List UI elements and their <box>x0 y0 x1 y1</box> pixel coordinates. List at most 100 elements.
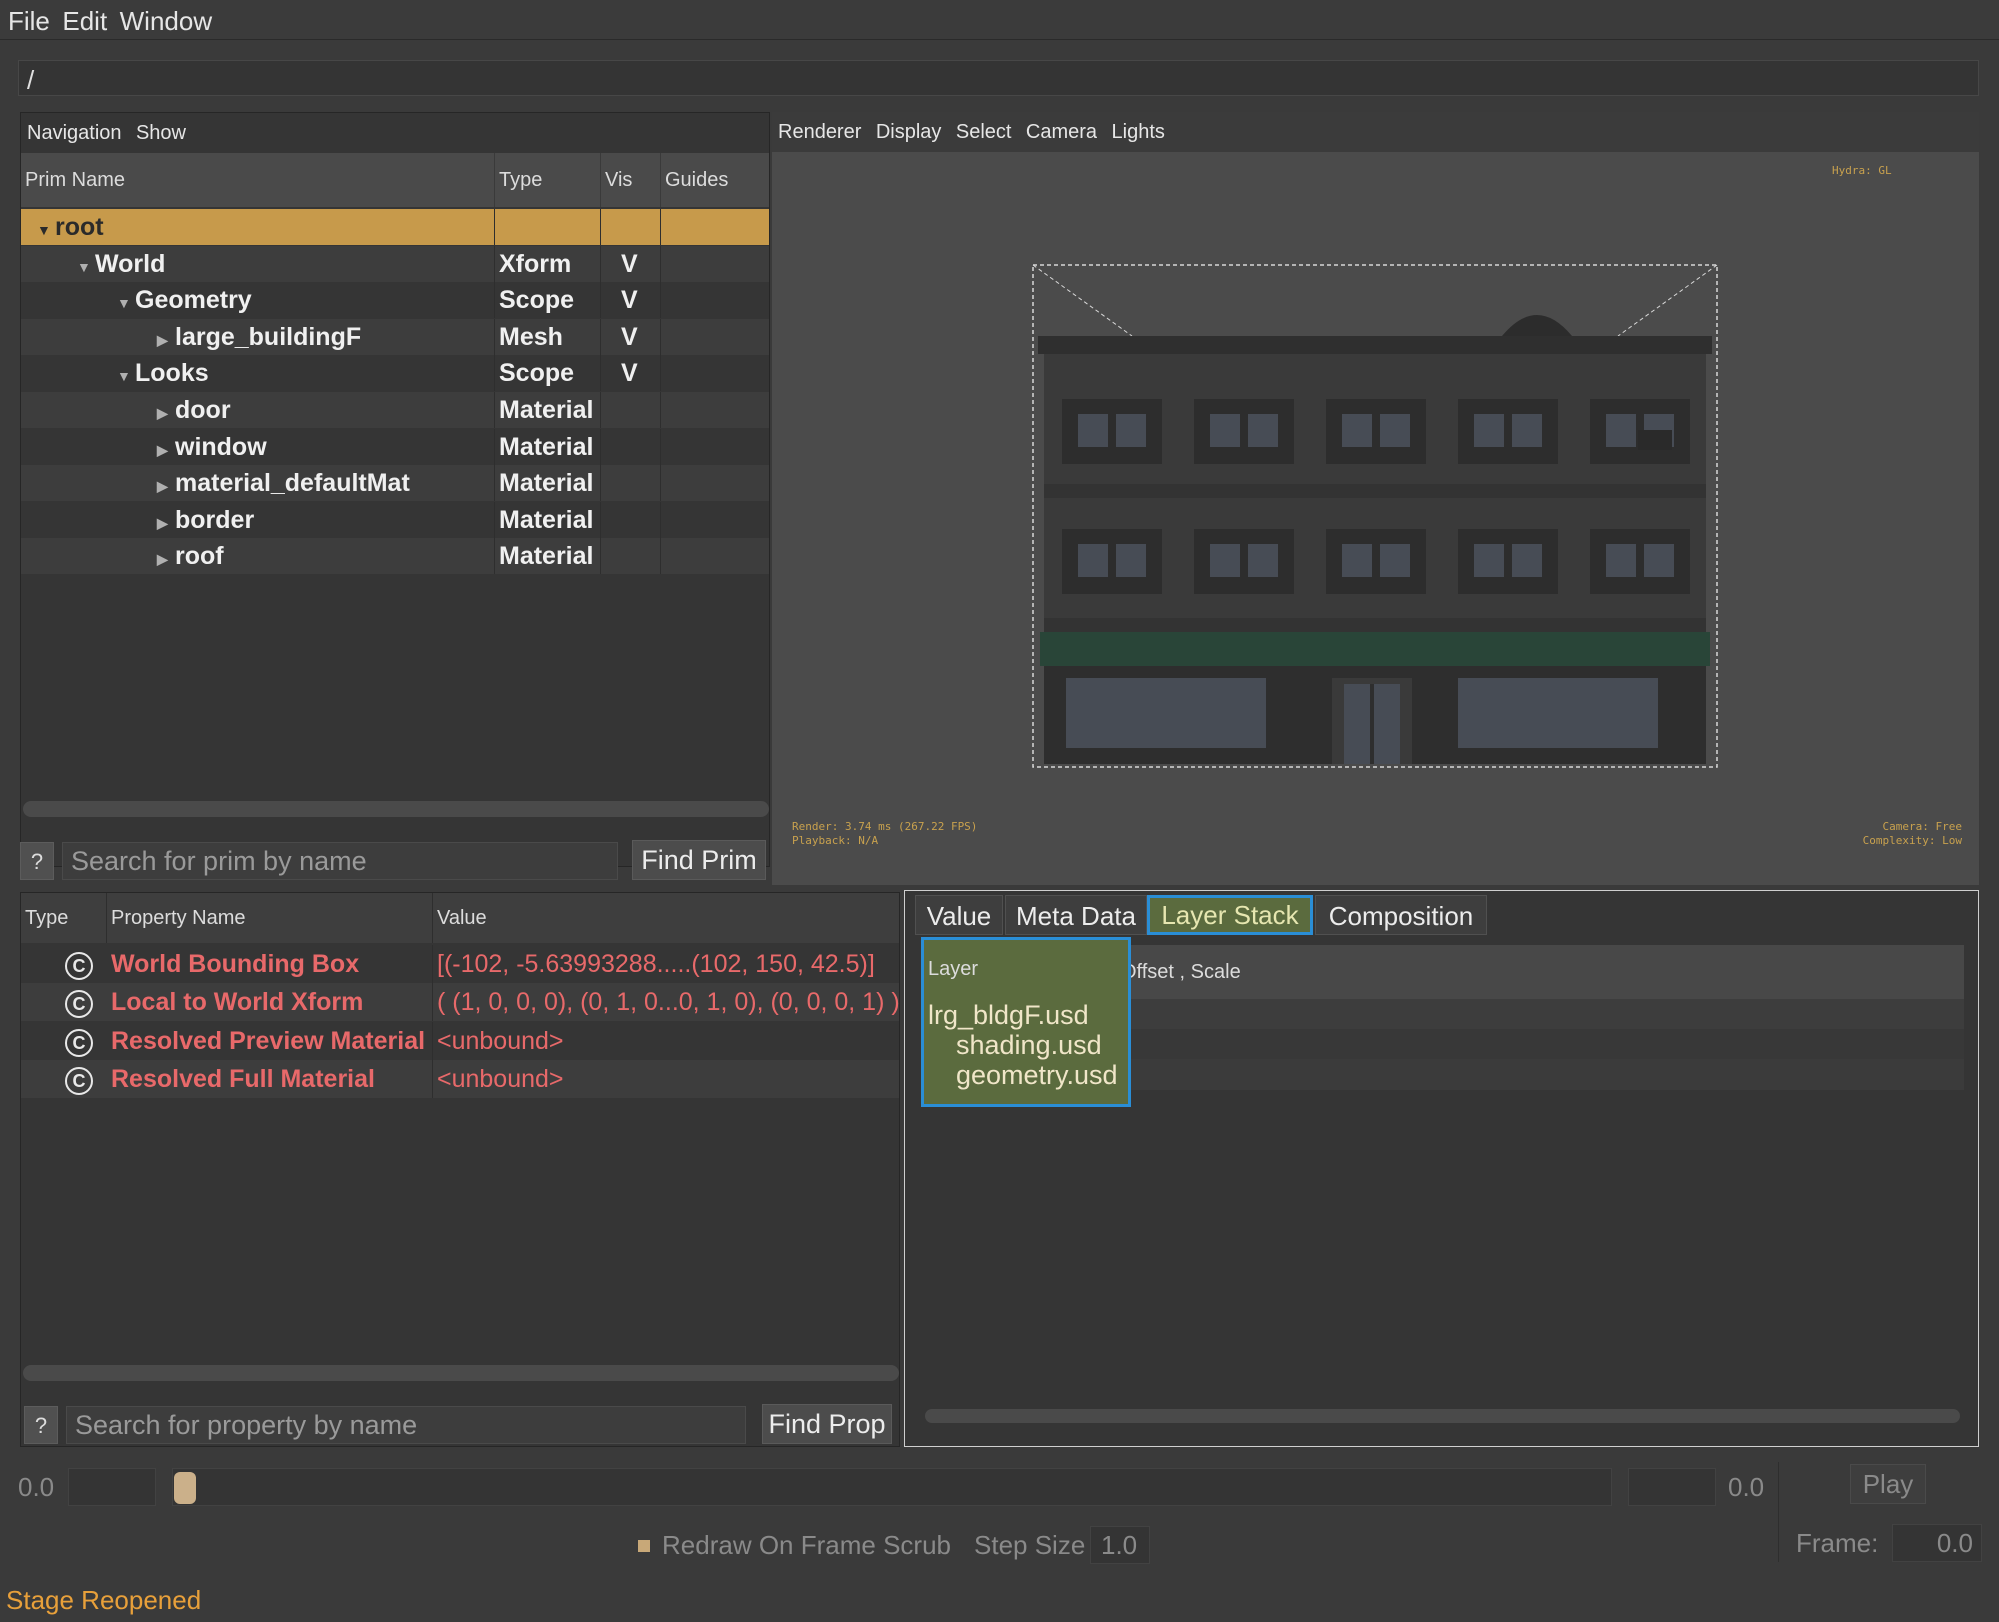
menu-show[interactable]: Show <box>136 122 186 144</box>
property-search-input[interactable]: Search for property by name <box>66 1406 746 1444</box>
property-row[interactable]: C Resolved Full Material <unbound> <box>21 1060 899 1099</box>
prim-search-input[interactable]: Search for prim by name <box>62 842 618 880</box>
path-field[interactable]: / <box>18 60 1979 96</box>
find-prop-button[interactable]: Find Prop <box>762 1404 892 1444</box>
prim-vis[interactable]: V <box>601 282 661 319</box>
menu-display[interactable]: Display <box>876 121 942 143</box>
prop-search-help-button[interactable]: ? <box>24 1406 58 1444</box>
prim-guides[interactable] <box>661 502 769 538</box>
tab-meta-data[interactable]: Meta Data <box>1005 895 1147 935</box>
prim-row-large-buildingf[interactable]: ▶ large_buildingF Mesh V <box>21 318 769 358</box>
property-row[interactable]: C Local to World Xform( (1, 0, 0, 0), (0,… <box>21 983 899 1022</box>
hud-camera: Camera: Free <box>1882 820 1962 833</box>
expand-arrow-icon[interactable]: ▶ <box>157 505 175 541</box>
expand-arrow-icon[interactable]: ▼ <box>117 285 135 321</box>
prim-tree-scrollbar[interactable] <box>23 801 769 817</box>
prop-type-cell: C <box>21 1060 107 1098</box>
prim-guides[interactable] <box>661 429 769 465</box>
col-offset-scale[interactable]: Offset , Scale <box>1121 945 1241 999</box>
prim-row-roof[interactable]: ▶ roof Material <box>21 538 769 577</box>
prim-name: World <box>95 249 166 278</box>
col-prop-type[interactable]: Type <box>21 893 107 943</box>
prim-row-world[interactable]: ▼ World Xform V <box>21 245 769 285</box>
timeline-slider[interactable] <box>172 1468 1612 1506</box>
prim-guides[interactable] <box>661 465 769 501</box>
menu-renderer[interactable]: Renderer <box>778 121 861 143</box>
property-table-scrollbar[interactable] <box>23 1365 899 1381</box>
start-frame-field[interactable] <box>68 1468 156 1506</box>
expand-arrow-icon[interactable]: ▶ <box>157 432 175 468</box>
3d-viewport[interactable]: Hydra: GL Render: 3.74 ms (267.22 FPS) P… <box>772 152 1979 885</box>
prim-row-window[interactable]: ▶ window Material <box>21 428 769 468</box>
prim-type: Material <box>495 428 601 465</box>
prim-vis[interactable] <box>601 392 661 428</box>
menu-navigation[interactable]: Navigation <box>27 122 122 144</box>
expand-arrow-icon[interactable]: ▶ <box>157 541 175 577</box>
prim-row-door[interactable]: ▶ door Material <box>21 392 769 428</box>
end-frame-field[interactable] <box>1628 1468 1716 1506</box>
prim-name: window <box>175 432 267 461</box>
menu-edit[interactable]: Edit <box>62 0 107 37</box>
prim-row-root[interactable]: ▼ root <box>21 209 769 245</box>
layer-table-scrollbar[interactable] <box>925 1409 1960 1423</box>
redraw-checkbox[interactable] <box>638 1540 650 1552</box>
step-size-input[interactable]: 1.0 <box>1090 1526 1150 1564</box>
prim-search-help-button[interactable]: ? <box>20 842 54 880</box>
tab-layer-stack[interactable]: Layer Stack <box>1147 895 1313 935</box>
tab-value[interactable]: Value <box>915 895 1003 935</box>
prim-guides[interactable] <box>661 538 769 574</box>
prim-guides[interactable] <box>661 246 769 282</box>
prim-guides[interactable] <box>661 282 769 318</box>
layer-selection[interactable]: Layer lrg_bldgF.usd shading.usd geometry… <box>921 937 1131 1107</box>
expand-arrow-icon[interactable]: ▶ <box>157 395 175 431</box>
prim-vis[interactable]: V <box>601 355 661 392</box>
expand-arrow-icon[interactable]: ▼ <box>77 249 95 285</box>
col-type[interactable]: Type <box>495 153 601 207</box>
frame-input[interactable]: 0.0 <box>1892 1524 1982 1562</box>
prim-guides[interactable] <box>661 355 769 391</box>
col-value[interactable]: Value <box>433 893 899 943</box>
prim-vis[interactable] <box>601 428 661 465</box>
play-button[interactable]: Play <box>1850 1464 1926 1504</box>
prim-vis[interactable] <box>601 538 661 575</box>
property-row[interactable]: C World Bounding Box [(-102, -5.63993288..… <box>21 945 899 983</box>
prim-name: Geometry <box>135 286 252 315</box>
expand-arrow-icon[interactable]: ▼ <box>117 358 135 394</box>
timeline-slider-handle[interactable] <box>174 1472 196 1504</box>
prim-vis[interactable] <box>601 465 661 502</box>
col-guides[interactable]: Guides <box>661 153 769 207</box>
property-row[interactable]: C Resolved Preview Material <unbound> <box>21 1021 899 1060</box>
menu-file[interactable]: File <box>8 0 50 37</box>
menu-select[interactable]: Select <box>956 121 1012 143</box>
col-vis[interactable]: Vis <box>601 153 661 207</box>
expand-arrow-icon[interactable]: ▼ <box>37 212 55 248</box>
prim-row-material-defaultmat[interactable]: ▶ material_defaultMat Material <box>21 465 769 504</box>
layer-item-geometry[interactable]: geometry.usd <box>956 1060 1118 1091</box>
prim-vis[interactable] <box>601 209 661 245</box>
menu-lights[interactable]: Lights <box>1112 121 1165 143</box>
redraw-label: Redraw On Frame Scrub <box>662 1530 951 1560</box>
prim-vis[interactable]: V <box>601 245 661 282</box>
find-prim-button[interactable]: Find Prim <box>632 840 766 880</box>
expand-arrow-icon[interactable]: ▶ <box>157 322 175 358</box>
prim-row-geometry[interactable]: ▼ Geometry Scope V <box>21 282 769 321</box>
prim-type: Material <box>495 392 601 428</box>
prim-guides[interactable] <box>661 319 769 355</box>
prim-row-border[interactable]: ▶ border Material <box>21 501 769 541</box>
prim-guides[interactable] <box>661 209 769 245</box>
menu-window[interactable]: Window <box>120 0 212 37</box>
prim-guides[interactable] <box>661 392 769 428</box>
property-name: Local to World Xform <box>107 983 433 1022</box>
prim-vis[interactable] <box>601 501 661 538</box>
col-property-name[interactable]: Property Name <box>107 893 433 943</box>
inspector-tabs-panel: Value Meta Data Layer Stack Composition … <box>904 890 1979 1447</box>
layer-item-shading[interactable]: shading.usd <box>956 1030 1102 1061</box>
expand-arrow-icon[interactable]: ▶ <box>157 468 175 504</box>
prim-vis[interactable]: V <box>601 318 661 355</box>
prim-row-looks[interactable]: ▼ Looks Scope V <box>21 355 769 394</box>
prim-name-cell: ▶ material_defaultMat <box>21 465 495 504</box>
layer-item-root[interactable]: lrg_bldgF.usd <box>928 1000 1089 1031</box>
menu-camera[interactable]: Camera <box>1026 121 1097 143</box>
col-prim-name[interactable]: Prim Name <box>21 153 495 207</box>
tab-composition[interactable]: Composition <box>1315 895 1487 935</box>
